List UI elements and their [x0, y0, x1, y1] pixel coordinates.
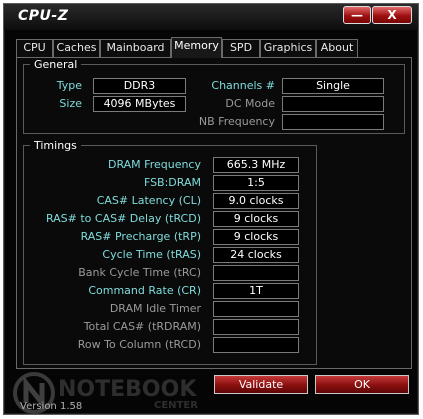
size-label: Size: [59, 97, 82, 110]
watermark-subtext: CENTER: [154, 400, 198, 411]
timing-value: 9 clocks: [213, 229, 299, 245]
dc-mode-value: [282, 96, 384, 112]
tab-cpu[interactable]: CPU: [16, 39, 53, 57]
tab-mainboard[interactable]: Mainboard: [100, 39, 171, 57]
timing-label: Command Rate (CR): [88, 284, 201, 297]
type-value: DDR3: [93, 78, 186, 94]
timing-value: 9 clocks: [213, 211, 299, 227]
dc-mode-label: DC Mode: [225, 97, 275, 110]
tab-spd[interactable]: SPD: [222, 39, 260, 57]
version-label: Version 1.58: [20, 401, 83, 412]
timing-label: Cycle Time (tRAS): [102, 248, 201, 261]
timing-label: FSB:DRAM: [143, 176, 201, 189]
watermark-text: NOTEBOOK: [58, 377, 197, 402]
title-bar[interactable]: CPU-Z — X: [4, 4, 418, 30]
timing-label: RAS# to CAS# Delay (tRCD): [45, 212, 201, 225]
ok-button[interactable]: OK: [315, 375, 409, 394]
tab-memory[interactable]: Memory: [171, 37, 222, 58]
timing-label: Row To Column (tRCD): [77, 338, 201, 351]
tab-caches[interactable]: Caches: [53, 39, 100, 57]
nb-frequency-value: [282, 114, 384, 130]
window-title: CPU-Z: [18, 8, 69, 24]
nb-frequency-label: NB Frequency: [198, 115, 275, 128]
general-legend: General: [34, 58, 78, 71]
timing-value: [213, 301, 299, 317]
timing-label: DRAM Frequency: [107, 158, 201, 171]
memory-panel: General Type DDR3 Size 4096 MBytes Chann…: [16, 57, 412, 369]
tab-about[interactable]: About: [316, 39, 358, 57]
timing-value: 24 clocks: [213, 247, 299, 263]
timing-value: 9.0 clocks: [213, 193, 299, 209]
timing-label: DRAM Idle Timer: [109, 302, 201, 315]
type-label: Type: [56, 79, 82, 92]
channels-label: Channels #: [211, 79, 275, 92]
validate-button[interactable]: Validate: [214, 375, 308, 394]
timing-value: 1:5: [213, 175, 299, 191]
timing-value: [213, 265, 299, 281]
timings-legend: Timings: [34, 139, 77, 152]
timing-value: [213, 337, 299, 353]
timing-value: [213, 319, 299, 335]
timing-value: 1T: [213, 283, 299, 299]
cpuz-window: CPU-Z — X CPU Caches Mainboard Memory SP…: [3, 3, 419, 415]
tab-graphics[interactable]: Graphics: [260, 39, 316, 57]
timing-label: RAS# Precharge (tRP): [80, 230, 201, 243]
timing-value: 665.3 MHz: [213, 157, 299, 173]
timing-label: Total CAS# (tRDRAM): [83, 320, 201, 333]
channels-value: Single: [282, 78, 384, 94]
minimize-button[interactable]: —: [343, 6, 371, 24]
timing-label: CAS# Latency (CL): [96, 194, 201, 207]
size-value: 4096 MBytes: [93, 96, 186, 112]
timing-label: Bank Cycle Time (tRC): [78, 266, 201, 279]
close-button[interactable]: X: [372, 6, 412, 24]
